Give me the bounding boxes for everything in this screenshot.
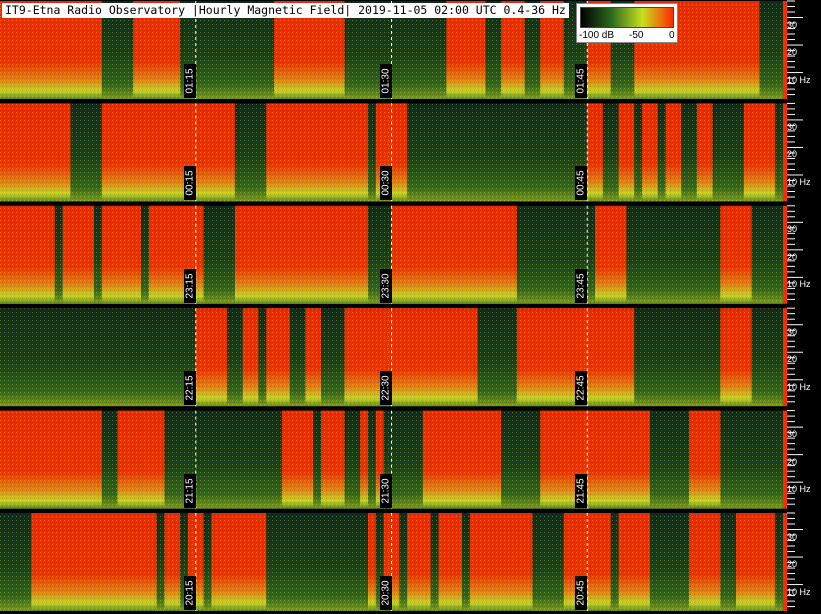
time-mark-label: 21:15: [183, 473, 196, 508]
freq-label: 30: [787, 19, 798, 30]
colorbar-tick-mid: -50: [629, 30, 644, 41]
freq-label: 30: [787, 326, 798, 337]
time-mark-label: 22:30: [379, 371, 392, 406]
time-mark-label: 01:30: [379, 64, 392, 98]
freq-label: 20: [787, 456, 798, 467]
freq-label: 10 Hz: [787, 381, 811, 392]
time-mark-label: 23:45: [575, 268, 588, 303]
colorbar-gradient: [580, 7, 674, 28]
freq-label: 30: [787, 121, 798, 132]
chart-title: IT9-Etna Radio Observatory |Hourly Magne…: [2, 3, 569, 18]
time-mark-label: 01:15: [183, 64, 196, 98]
freq-label: 30: [787, 224, 798, 235]
hour-row-23: [0, 205, 803, 304]
time-mark-label: 00:15: [183, 166, 196, 201]
colorbar-tick-min: -100 dB: [579, 30, 615, 41]
hour-row-00: [0, 102, 803, 202]
time-mark-label: 00:45: [575, 166, 588, 201]
freq-label: 20: [787, 559, 798, 570]
freq-label: 10 Hz: [787, 279, 811, 290]
time-mark-label: 20:15: [183, 576, 196, 610]
time-mark-label: 20:45: [575, 576, 588, 610]
time-mark-label: 22:45: [575, 371, 588, 406]
time-mark-label: 21:45: [575, 473, 588, 508]
freq-label: 10 Hz: [787, 484, 811, 495]
freq-label: 20: [787, 251, 798, 262]
spectrogram-panel: IT9-Etna Radio Observatory |Hourly Magne…: [0, 0, 821, 614]
time-mark-label: 23:15: [183, 268, 196, 303]
freq-label: 20: [787, 149, 798, 160]
time-mark-label: 00:30: [379, 166, 392, 201]
freq-label: 10 Hz: [787, 74, 811, 85]
freq-label: 20: [787, 47, 798, 58]
freq-label: 30: [787, 531, 798, 542]
spectrogram-heatmap: [0, 0, 803, 611]
freq-label: 30: [787, 429, 798, 440]
freq-label: 10 Hz: [787, 176, 811, 187]
hour-row-21: [0, 410, 803, 509]
colorbar-legend: -100 dB -50 0: [576, 3, 678, 43]
time-mark-label: 23:30: [379, 268, 392, 303]
freq-label: 10 Hz: [787, 586, 811, 597]
hour-row-22: [0, 307, 803, 407]
time-mark-label: 20:30: [379, 576, 392, 610]
colorbar-tick-max: 0: [669, 30, 675, 41]
time-mark-label: 21:30: [379, 473, 392, 508]
hour-row-20: [0, 512, 803, 611]
freq-label: 20: [787, 354, 798, 365]
time-mark-label: 22:15: [183, 371, 196, 406]
time-mark-label: 01:45: [575, 64, 588, 98]
